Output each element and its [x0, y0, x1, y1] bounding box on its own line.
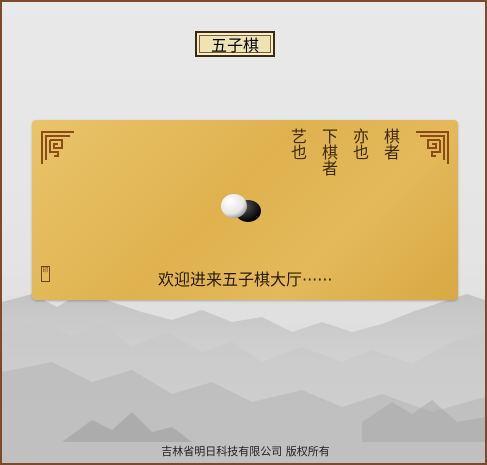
go-stone-pair-icon: [221, 194, 261, 222]
window-frame: 五子棋 棋者 亦也 下棋者 艺也 欢迎进来五子棋大厅······ 印 吉林省明日…: [0, 0, 487, 465]
motto-column: 棋者: [381, 128, 400, 160]
welcome-message: 欢迎进来五子棋大厅······: [158, 270, 333, 289]
copyright-footer: 吉林省明日科技有限公司 版权所有: [161, 445, 330, 458]
seal-stamp: 印: [41, 266, 50, 282]
motto-column: 下棋者: [319, 128, 338, 176]
fret-corner-ornament-icon: [416, 131, 449, 164]
motto-vertical-text: 棋者 亦也 下棋者 艺也: [287, 128, 400, 198]
motto-column: 艺也: [288, 128, 307, 160]
page-title: 五子棋: [195, 31, 275, 57]
motto-column: 亦也: [350, 128, 369, 160]
welcome-board: 棋者 亦也 下棋者 艺也 欢迎进来五子棋大厅······ 印: [32, 120, 458, 300]
fret-corner-ornament-icon: [41, 131, 74, 164]
